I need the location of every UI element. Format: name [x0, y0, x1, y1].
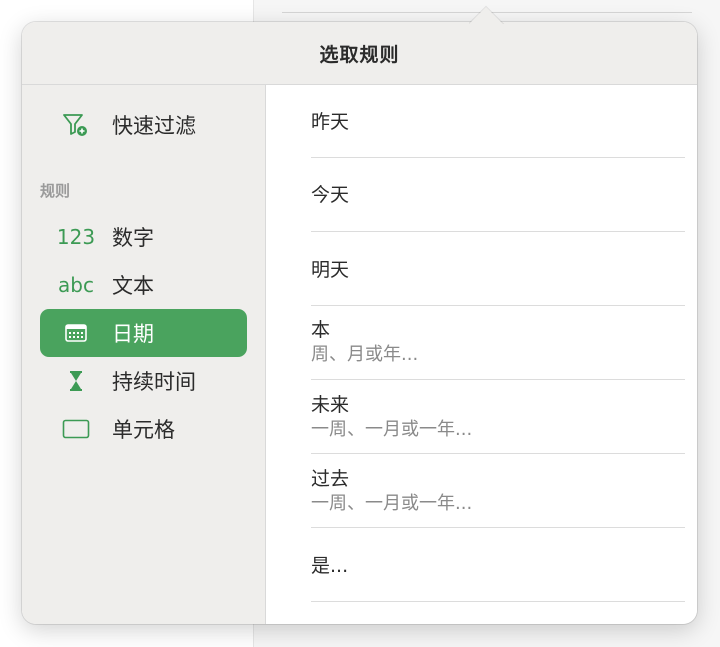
- rule-option-sublabel: 一周、一月或一年...: [311, 493, 473, 514]
- funnel-plus-icon: [40, 112, 112, 138]
- sidebar-item-label: 快速过滤: [112, 114, 196, 138]
- rule-option-label: 是...: [311, 555, 349, 577]
- sidebar-section-heading: 规则: [40, 182, 71, 200]
- sidebar-item-label: 日期: [112, 322, 154, 346]
- sidebar-item-date[interactable]: 日期: [40, 309, 247, 357]
- divider: [311, 305, 685, 306]
- rule-option-sublabel: 一周、一月或一年...: [311, 419, 473, 440]
- sidebar-item-label: 单元格: [112, 418, 175, 442]
- rule-sidebar: 快速过滤 规则 123 数字 abc 文本 日期 持续时间 单元格: [22, 85, 266, 624]
- divider: [311, 601, 685, 602]
- rule-option-today[interactable]: 今天: [311, 182, 685, 208]
- popover-header: 选取规则: [22, 22, 697, 85]
- sidebar-item-quick-filter[interactable]: 快速过滤: [40, 101, 247, 149]
- rule-option-label: 昨天: [311, 111, 350, 133]
- divider: [311, 379, 685, 380]
- rule-option-label: 未来: [311, 394, 350, 416]
- divider: [311, 453, 685, 454]
- rule-option-label: 明天: [311, 259, 350, 281]
- rule-option-is[interactable]: 是...: [311, 553, 685, 579]
- divider: [311, 231, 685, 232]
- popover-arrow: [469, 4, 505, 24]
- sidebar-item-number[interactable]: 123 数字: [40, 213, 247, 261]
- cell-icon: [40, 419, 112, 439]
- sidebar-item-duration[interactable]: 持续时间: [40, 357, 247, 405]
- sidebar-item-text[interactable]: abc 文本: [40, 261, 247, 309]
- rule-option-label: 过去: [311, 468, 350, 490]
- sidebar-item-label: 持续时间: [112, 370, 196, 394]
- rule-option-yesterday[interactable]: 昨天: [311, 109, 685, 135]
- rule-option-this-period[interactable]: 本 周、月或年...: [311, 317, 685, 367]
- sidebar-item-label: 数字: [112, 226, 154, 250]
- calendar-icon: [40, 323, 112, 343]
- rule-option-sublabel: 周、月或年...: [311, 344, 419, 365]
- popover-title: 选取规则: [319, 43, 400, 66]
- text-icon: abc: [58, 273, 94, 297]
- rule-picker-popover: 选取规则 快速过滤 规则 123 数字 abc 文本 日期 持续时间 单元格 昨…: [22, 22, 697, 624]
- rule-option-last[interactable]: 过去 一周、一月或一年...: [311, 466, 685, 516]
- rule-option-next[interactable]: 未来 一周、一月或一年...: [311, 392, 685, 442]
- sidebar-item-cell[interactable]: 单元格: [40, 405, 247, 453]
- number-icon: 123: [56, 225, 96, 249]
- rule-option-label: 今天: [311, 184, 350, 206]
- rule-option-tomorrow[interactable]: 明天: [311, 257, 685, 283]
- rule-option-label: 本: [311, 319, 331, 341]
- rule-options-list: 昨天 今天 明天 本 周、月或年... 未来 一周、一月或一年... 过去 一周…: [266, 85, 697, 624]
- divider: [311, 527, 685, 528]
- sidebar-item-label: 文本: [112, 274, 154, 298]
- divider: [311, 157, 685, 158]
- hourglass-icon: [40, 370, 112, 392]
